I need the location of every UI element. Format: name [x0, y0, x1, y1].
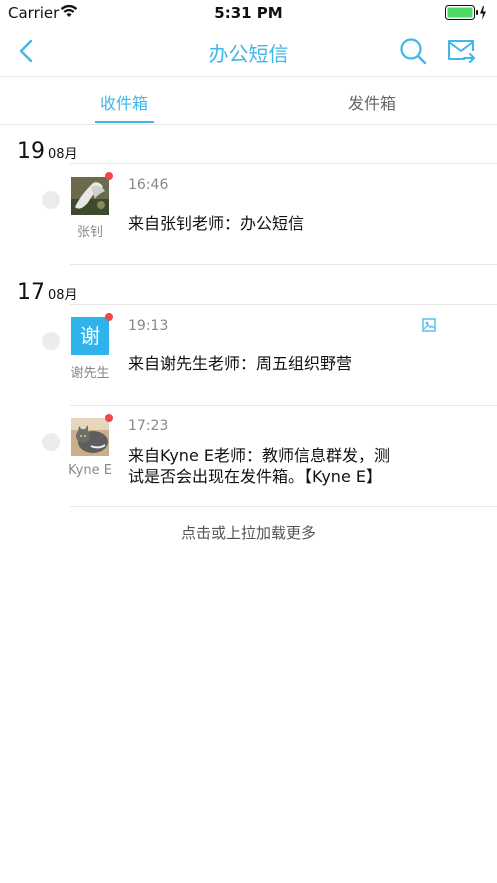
message-divider — [70, 264, 497, 265]
date-header: 17 08月 — [17, 280, 78, 305]
clock: 5:31 PM — [214, 4, 283, 22]
select-checkbox[interactable] — [42, 191, 60, 209]
avatar — [71, 418, 109, 456]
date-header: 19 08月 — [17, 139, 78, 164]
message-item[interactable]: Kyne E 17:23 来自Kyne E老师：教师信息群发，测试是否会出现在发… — [0, 406, 497, 506]
unread-dot — [105, 313, 113, 321]
avatar — [71, 177, 109, 215]
navigation-bar: 办公短信 — [0, 26, 497, 76]
active-tab-indicator — [95, 121, 154, 123]
sender-name: Kyne E — [68, 463, 112, 478]
unread-dot — [105, 414, 113, 422]
message-time: 19:13 — [128, 318, 169, 334]
sender-name: 谢先生 — [70, 366, 110, 381]
message-text: 来自谢先生老师：周五组织野营 — [128, 354, 353, 373]
tab-sent[interactable]: 发件箱 — [312, 90, 432, 114]
message-divider — [70, 506, 497, 507]
select-checkbox[interactable] — [42, 433, 60, 451]
message-text: 来自Kyne E老师：教师信息群发，测试是否会出现在发件箱。【Kyne E】 — [128, 446, 390, 486]
avatar-photo-icon — [71, 418, 109, 456]
avatar-photo-icon — [71, 177, 109, 215]
sender-name: 张钊 — [76, 225, 103, 240]
avatar-initial: 谢 — [71, 317, 109, 355]
message-time: 16:46 — [128, 177, 169, 193]
status-bar: Carrier 5:31 PM — [0, 0, 497, 26]
message-item[interactable]: 谢 谢先生 19:13 来自谢先生老师：周五组织野营 — [0, 305, 497, 405]
unread-dot — [105, 172, 113, 180]
load-more-button[interactable]: 点击或上拉加载更多 — [0, 522, 497, 543]
select-checkbox[interactable] — [42, 332, 60, 350]
tab-inbox[interactable]: 收件箱 — [64, 90, 184, 114]
image-attachment-icon — [422, 318, 436, 332]
battery-icon — [445, 5, 486, 20]
date-day: 19 — [17, 139, 45, 164]
date-month: 08月 — [48, 147, 78, 162]
tabs-divider — [0, 124, 497, 125]
mail-forward-icon[interactable] — [446, 37, 476, 65]
message-text: 来自张钊老师：办公短信 — [128, 214, 305, 233]
mailbox-tabs: 收件箱 发件箱 — [0, 77, 497, 124]
date-day: 17 — [17, 280, 45, 305]
message-time: 17:23 — [128, 418, 169, 434]
avatar: 谢 — [71, 317, 109, 355]
date-month: 08月 — [48, 288, 78, 303]
message-item[interactable]: 张钊 16:46 来自张钊老师：办公短信 — [0, 164, 497, 264]
search-icon[interactable] — [398, 36, 428, 66]
